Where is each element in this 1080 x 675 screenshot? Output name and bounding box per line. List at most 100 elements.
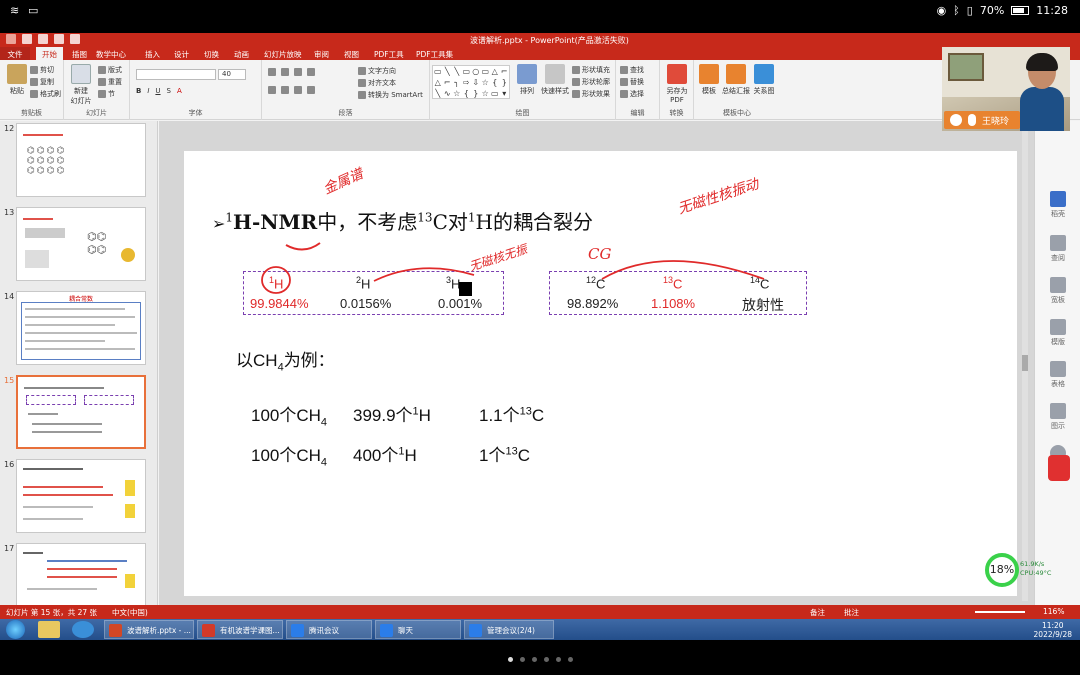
tab-pdf-toolset[interactable]: PDF工具集 xyxy=(416,49,453,60)
text-direction-button[interactable]: 文字方向 xyxy=(358,66,396,76)
shape-effect-button[interactable]: 形状效果 xyxy=(572,89,610,99)
tab-file[interactable]: 文件 xyxy=(0,47,30,60)
replace-button[interactable]: 替换 xyxy=(620,77,644,87)
page-indicator xyxy=(508,657,573,662)
taskbar-app-wps[interactable]: 有机波谱学课图... xyxy=(197,620,283,639)
new-slide-button[interactable]: 新建 幻灯片 xyxy=(68,64,94,106)
system-tray-clock[interactable]: 11:20 2022/9/28 xyxy=(1034,621,1072,639)
outdent-icon[interactable] xyxy=(307,68,315,76)
copy-button[interactable]: 复制 xyxy=(30,77,54,87)
language-indicator[interactable]: 中文(中国) xyxy=(112,607,148,618)
tab-animations[interactable]: 动画 xyxy=(234,49,249,60)
page-dot xyxy=(520,657,525,662)
scissors-icon xyxy=(30,66,38,74)
relation-chart-button[interactable]: 关系图 xyxy=(750,64,778,96)
bullets-icon[interactable] xyxy=(268,68,276,76)
slide-thumbnail-13[interactable]: ⌬⌬ ⌬⌬ xyxy=(16,207,146,281)
taskbar-app-chat[interactable]: 聊天 xyxy=(375,620,461,639)
sidebar-wide[interactable]: 宽板 xyxy=(1035,277,1080,305)
thumb-line xyxy=(47,560,127,562)
section-button[interactable]: 节 xyxy=(98,89,115,99)
tab-pdf-tools[interactable]: PDF工具 xyxy=(374,49,404,60)
cut-button[interactable]: 剪切 xyxy=(30,65,54,75)
zoom-slider[interactable] xyxy=(975,611,1025,613)
start-button[interactable] xyxy=(6,620,25,639)
quick-styles-button[interactable]: 快速样式 xyxy=(540,64,570,96)
smartart-button[interactable]: 转换为 SmartArt xyxy=(358,90,423,100)
justify-icon[interactable] xyxy=(307,86,315,94)
notes-button[interactable]: 备注 xyxy=(810,607,825,618)
template-button[interactable]: 模板 xyxy=(696,64,722,96)
tab-review[interactable]: 审阅 xyxy=(314,49,329,60)
taskbar-app-tencent-meeting[interactable]: 腾讯会议 xyxy=(286,620,372,639)
template-icon xyxy=(699,64,719,84)
vibrate-icon: ▯ xyxy=(966,4,973,17)
shapes-gallery[interactable]: ▭ ╲ ╲ ▭ ○ ▭ △ ⌐ △ ⌐ ╮ ⇨ ⇩ ☆{} ╲ ∿ ☆{} ☆ ▭ ▾ xyxy=(432,65,510,99)
format-painter-button[interactable]: 格式刷 xyxy=(30,89,61,99)
save-as-pdf-button[interactable]: 另存为PDF xyxy=(662,64,692,104)
slide-thumbnail-12[interactable]: ⌬⌬⌬⌬ ⌬⌬⌬⌬ ⌬⌬⌬⌬ xyxy=(16,123,146,197)
numbering-icon[interactable] xyxy=(281,68,289,76)
sidebar-lookup[interactable]: 查阅 xyxy=(1035,235,1080,263)
shape-outline-button[interactable]: 形状轮廓 xyxy=(572,77,610,87)
reset-button[interactable]: 重置 xyxy=(98,77,122,87)
taskbar-app-powerpoint[interactable]: 波谱解析.pptx - ... xyxy=(104,620,194,639)
slideshow-icon[interactable] xyxy=(70,34,80,44)
save-icon[interactable] xyxy=(22,34,32,44)
group-label-font: 字体 xyxy=(188,109,203,117)
align-right-icon[interactable] xyxy=(294,86,302,94)
tab-home[interactable]: 开始 xyxy=(36,47,63,60)
cloud-icon[interactable] xyxy=(72,621,94,638)
font-size-select[interactable]: 40 xyxy=(218,69,246,80)
align-left-icon[interactable] xyxy=(268,86,276,94)
sidebar-template[interactable]: 模版 xyxy=(1035,319,1080,347)
slide-thumbnail-15[interactable] xyxy=(16,375,146,449)
comments-button[interactable]: 批注 xyxy=(844,607,859,618)
file-explorer-icon[interactable] xyxy=(38,621,60,638)
redo-icon[interactable] xyxy=(54,34,64,44)
align-text-button[interactable]: 对齐文本 xyxy=(358,78,396,88)
tab-design[interactable]: 设计 xyxy=(174,49,189,60)
scrollbar-thumb[interactable] xyxy=(1022,355,1028,371)
select-button[interactable]: 选择 xyxy=(620,89,644,99)
slide-thumbnail-16[interactable] xyxy=(16,459,146,533)
strike-button[interactable]: S xyxy=(167,87,171,95)
font-family-select[interactable] xyxy=(136,69,216,80)
arrange-button[interactable]: 排列 xyxy=(514,64,540,96)
group-label-drawing: 绘图 xyxy=(515,109,530,117)
tab-illustration[interactable]: 插图 xyxy=(72,49,87,60)
sidebar-daoke[interactable]: 稻壳 xyxy=(1035,191,1080,219)
slide-canvas[interactable]: ➢1H-NMR中，不考虑13C对1H的耦合裂分 1H 99.9844% 2H 0… xyxy=(184,151,1017,596)
windows-taskbar: 波谱解析.pptx - ... 有机波谱学课图... 腾讯会议 聊天 管理会议(… xyxy=(0,619,1080,640)
layout-button[interactable]: 版式 xyxy=(98,65,122,75)
font-color-button[interactable]: A xyxy=(177,87,182,95)
taskbar-app-manage-meeting[interactable]: 管理会议(2/4) xyxy=(464,620,554,639)
sidebar-diagram[interactable]: 图示 xyxy=(1035,403,1080,431)
tab-insert[interactable]: 插入 xyxy=(145,49,160,60)
align-center-icon[interactable] xyxy=(281,86,289,94)
red-packet-icon[interactable] xyxy=(1048,455,1070,481)
underline-button[interactable]: U xyxy=(155,87,160,95)
slide-scrollbar[interactable] xyxy=(1022,123,1028,601)
find-button[interactable]: 查找 xyxy=(620,65,644,75)
undo-icon[interactable] xyxy=(38,34,48,44)
paste-button[interactable]: 粘贴 xyxy=(4,64,30,96)
group-paragraph: 文字方向 对齐文本 转换为 SmartArt 段落 xyxy=(262,60,430,120)
tab-view[interactable]: 视图 xyxy=(344,49,359,60)
italic-button[interactable]: I xyxy=(147,87,149,95)
slide-thumbnail-14[interactable]: 耦合常数 xyxy=(16,291,146,365)
zoom-level[interactable]: 116% xyxy=(1043,607,1064,616)
thumb-image xyxy=(25,228,65,238)
indent-icon[interactable] xyxy=(294,68,302,76)
cpu-usage-widget[interactable]: 18% xyxy=(985,553,1019,587)
shape-fill-button[interactable]: 形状填充 xyxy=(572,65,610,75)
tab-teaching-center[interactable]: 教学中心 xyxy=(96,49,126,60)
thumbnails-scrollbar[interactable] xyxy=(157,381,158,441)
bold-button[interactable]: B xyxy=(136,87,141,95)
sidebar-table[interactable]: 表格 xyxy=(1035,361,1080,389)
tab-transitions[interactable]: 切换 xyxy=(204,49,219,60)
slide-thumbnail-17[interactable] xyxy=(16,543,146,605)
tab-slideshow[interactable]: 幻灯片放映 xyxy=(264,49,302,60)
screen: ≋ ▭ ◉ ᛒ ▯ 70% 11:28 波谱解析.pptx - PowerPoi… xyxy=(0,0,1080,675)
report-button[interactable]: 总结汇报 xyxy=(722,64,750,96)
